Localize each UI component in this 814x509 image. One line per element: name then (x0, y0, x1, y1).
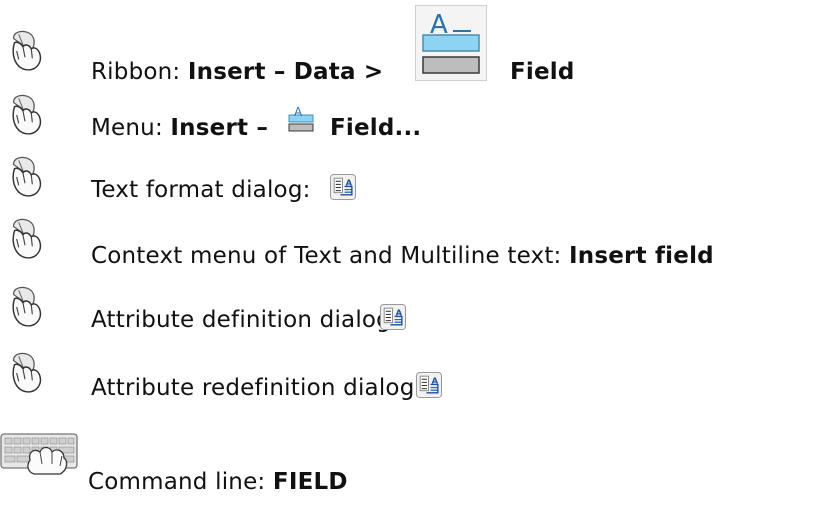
text-format-item: Text format dialog: (0, 154, 814, 216)
keyboard-icon (0, 433, 78, 475)
command-line-item: Command line: FIELD (0, 422, 814, 502)
svg-text:A: A (430, 10, 448, 40)
mouse-icon (12, 218, 42, 259)
mouse-icon (12, 156, 42, 197)
attribute-redefinition-item: Attribute redefinition dialog: (0, 350, 814, 412)
mouse-icon (12, 94, 42, 135)
mouse-icon (12, 352, 42, 393)
ribbon-field: Field (510, 59, 575, 85)
insert-field-small-icon[interactable]: A (286, 104, 316, 134)
mouse-icon (12, 286, 42, 327)
insert-field-button-icon[interactable] (330, 174, 356, 200)
command-line-text: Command line: FIELD (88, 469, 348, 495)
mouse-icon (12, 30, 42, 71)
insert-field-button-icon[interactable] (416, 372, 442, 398)
context-menu-text: Context menu of Text and Multiline text:… (91, 243, 714, 269)
insert-field-icon[interactable]: A (415, 5, 487, 81)
svg-text:A: A (294, 105, 303, 119)
command-name: FIELD (272, 469, 348, 495)
menu-item: Menu: Insert – A Field... (0, 92, 814, 154)
attribute-redefinition-label: Attribute redefinition dialog: (91, 375, 423, 401)
menu-field: Field... (330, 115, 422, 141)
attribute-definition-label: Attribute definition dialog: (91, 307, 399, 333)
menu-text: Menu: Insert – (91, 115, 269, 141)
insert-field-button-icon[interactable] (380, 304, 406, 330)
ribbon-item: Ribbon: Insert – Data > A Field (0, 0, 814, 92)
ribbon-path: Insert – Data > (187, 59, 384, 85)
ribbon-text: Ribbon: Insert – Data > (91, 59, 384, 85)
attribute-definition-item: Attribute definition dialog: (0, 284, 814, 346)
context-menu-item: Context menu of Text and Multiline text:… (0, 216, 814, 278)
text-format-label: Text format dialog: (91, 177, 311, 203)
